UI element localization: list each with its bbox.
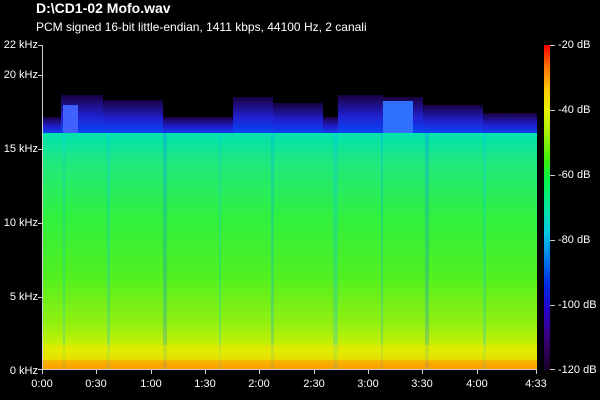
x-tick bbox=[42, 370, 43, 374]
spectrogram bbox=[42, 45, 537, 370]
cbar-tick bbox=[550, 45, 555, 46]
x-tick bbox=[368, 370, 369, 374]
y-label-0khz: 0 kHz bbox=[9, 365, 38, 377]
x-tick bbox=[205, 370, 206, 374]
cbar-label-minus40: -40 dB bbox=[558, 104, 591, 116]
y-label-20khz: 20 kHz bbox=[3, 69, 38, 81]
spectrogram-canvas bbox=[43, 45, 537, 369]
y-label-15khz: 15 kHz bbox=[3, 143, 38, 155]
x-label-4-33: 4:33 bbox=[525, 378, 547, 390]
cbar-label-minus120: -120 dB bbox=[558, 364, 597, 376]
x-label-0-00: 0:00 bbox=[31, 378, 53, 390]
color-scale-bar bbox=[544, 45, 550, 370]
cbar-tick bbox=[550, 175, 555, 176]
bass-band-low bbox=[43, 360, 537, 369]
x-label-2-30: 2:30 bbox=[303, 378, 325, 390]
x-label-4-00: 4:00 bbox=[466, 378, 488, 390]
cbar-tick bbox=[550, 110, 555, 111]
x-tick bbox=[477, 370, 478, 374]
x-tick bbox=[422, 370, 423, 374]
y-label-10khz: 10 kHz bbox=[3, 217, 38, 229]
x-tick bbox=[259, 370, 260, 374]
x-tick bbox=[314, 370, 315, 374]
x-label-1-30: 1:30 bbox=[194, 378, 216, 390]
x-label-0-30: 0:30 bbox=[85, 378, 107, 390]
cbar-label-minus60: -60 dB bbox=[558, 169, 591, 181]
cbar-tick bbox=[550, 240, 555, 241]
x-tick bbox=[96, 370, 97, 374]
format-info: PCM signed 16-bit little-endian, 1411 kb… bbox=[36, 20, 367, 34]
x-tick bbox=[536, 370, 537, 374]
y-label-22khz: 22 kHz bbox=[3, 39, 38, 51]
spectral-body bbox=[43, 133, 537, 369]
cbar-label-minus100: -100 dB bbox=[558, 299, 597, 311]
cbar-tick bbox=[550, 369, 555, 370]
cbar-label-minus20: -20 dB bbox=[558, 39, 591, 51]
x-tick bbox=[151, 370, 152, 374]
cbar-tick bbox=[550, 305, 555, 306]
x-label-1-00: 1:00 bbox=[140, 378, 162, 390]
x-label-2-00: 2:00 bbox=[248, 378, 270, 390]
x-label-3-30: 3:30 bbox=[411, 378, 433, 390]
cbar-label-minus80: -80 dB bbox=[558, 234, 591, 246]
file-title: D:\CD1-02 Mofo.wav bbox=[36, 0, 171, 16]
y-label-5khz: 5 kHz bbox=[9, 291, 38, 303]
x-label-3-00: 3:00 bbox=[357, 378, 379, 390]
